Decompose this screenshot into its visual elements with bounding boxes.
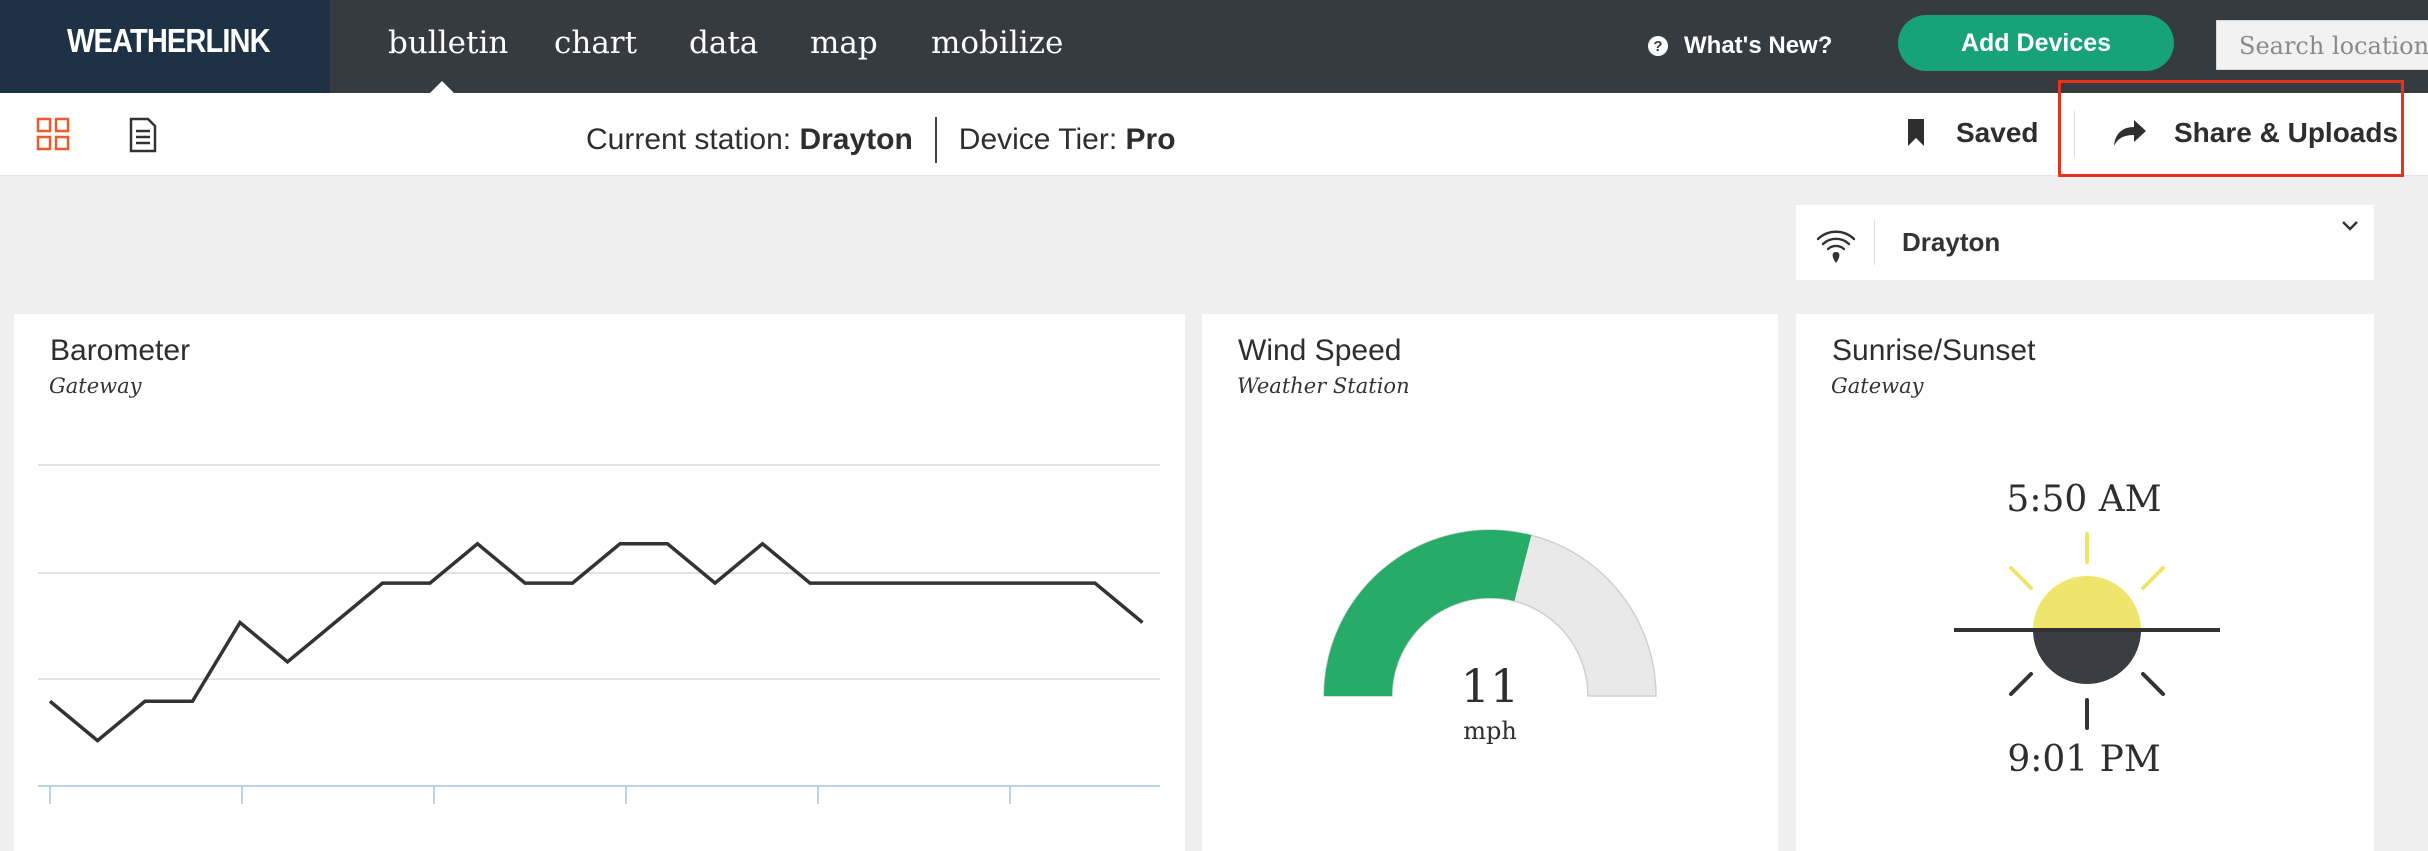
sunrise-sunset-card[interactable]: Sunrise/Sunset Gateway 5:50 AM 9:01 PM	[1796, 314, 2374, 851]
add-devices-button[interactable]: Add Devices	[1898, 15, 2174, 71]
wind-speed-unit: mph	[1463, 717, 1517, 745]
nav-tab-mobilize[interactable]: mobilize	[931, 0, 1063, 93]
weatherlink-logo[interactable]: WEATHERLINK	[67, 22, 271, 60]
tier-label: Device Tier:	[958, 123, 1118, 156]
search-locations-input[interactable]: Search locations	[2216, 20, 2428, 70]
divider	[1874, 220, 1875, 265]
wind-speed-gauge	[1323, 529, 1657, 697]
wind-speed-value: 11	[1460, 659, 1520, 713]
selected-station: Drayton	[1902, 227, 2001, 257]
divider	[934, 117, 937, 163]
sunset-time: 9:01 PM	[2007, 739, 2161, 780]
saved-button[interactable]: Saved	[1906, 117, 2039, 149]
logo-area[interactable]: WEATHERLINK	[0, 0, 330, 93]
highlight-box	[2058, 80, 2404, 177]
nav-tab-chart[interactable]: chart	[554, 0, 637, 93]
saved-label: Saved	[1956, 117, 2039, 148]
wireless-station-icon	[1816, 230, 1856, 263]
nav-tab-map[interactable]: map	[810, 0, 878, 93]
whats-new-label: What's New?	[1684, 32, 1833, 59]
bookmark-icon	[1908, 119, 1924, 146]
station-name: Drayton	[799, 123, 913, 156]
wind-speed-card[interactable]: Wind Speed Weather Station 11 mph	[1202, 314, 1778, 851]
barometer-card[interactable]: Barometer Gateway	[14, 314, 1185, 851]
grid-view-icon[interactable]	[36, 117, 70, 151]
station-selector[interactable]: Drayton	[1796, 205, 2374, 280]
chevron-down-icon	[2342, 221, 2358, 231]
tier-value: Pro	[1125, 123, 1176, 156]
active-tab-indicator	[430, 81, 454, 93]
whats-new-link[interactable]: ? What's New?	[1648, 26, 1832, 66]
list-view-icon[interactable]	[128, 117, 158, 153]
current-station-info: Current station: Drayton Device Tier: Pr…	[586, 117, 1176, 163]
nav-tab-data[interactable]: data	[689, 0, 758, 93]
question-icon: ?	[1648, 36, 1668, 56]
station-label: Current station:	[586, 123, 792, 156]
barometer-chart	[38, 464, 1160, 804]
nav-tab-bulletin[interactable]: bulletin	[388, 0, 508, 93]
